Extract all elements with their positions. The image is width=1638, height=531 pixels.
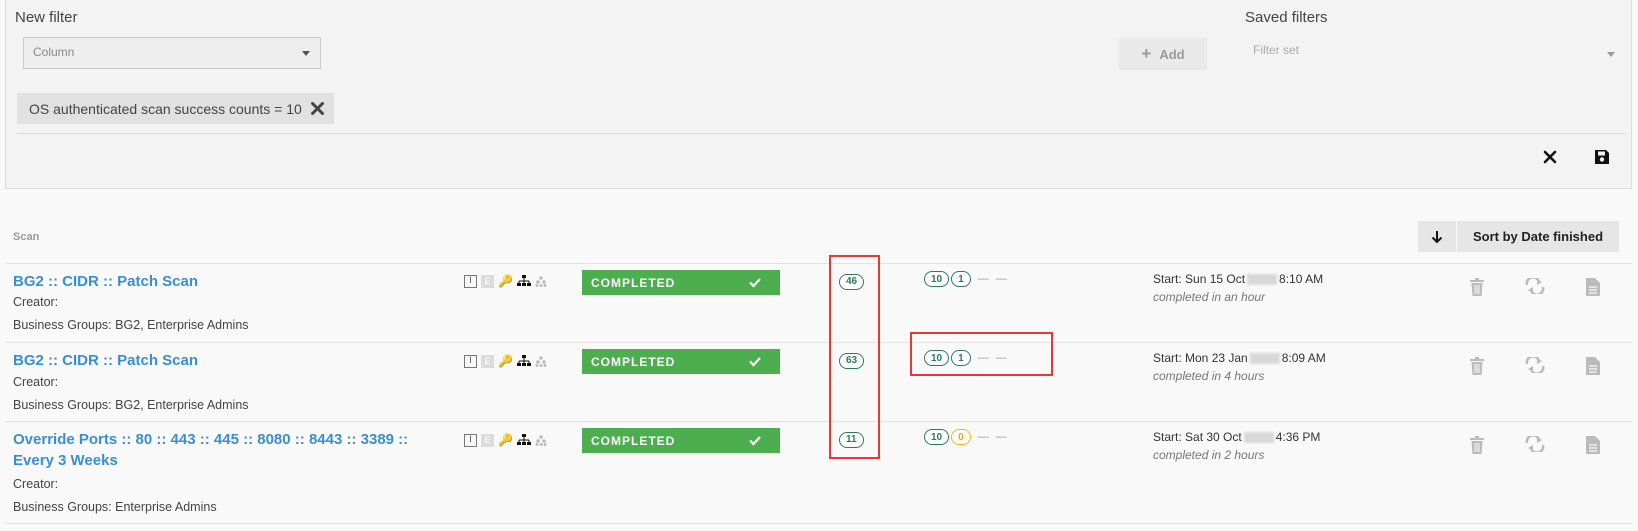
highlight-host-count-column bbox=[829, 255, 880, 459]
divider bbox=[5, 342, 1632, 343]
redacted-year bbox=[1243, 432, 1274, 444]
check-icon bbox=[749, 357, 761, 367]
trash-icon[interactable] bbox=[1469, 357, 1485, 380]
redacted-year bbox=[1247, 274, 1278, 286]
highlight-auth-counts bbox=[910, 332, 1053, 376]
scan-flags: I E 🔑 bbox=[464, 433, 547, 447]
empty-dash: — bbox=[995, 273, 1007, 285]
auth-success-pill[interactable]: 10 bbox=[924, 271, 950, 287]
filter-set-select[interactable]: Filter set bbox=[1253, 43, 1299, 57]
status-badge: COMPLETED bbox=[582, 428, 780, 453]
chevron-down-icon bbox=[302, 51, 310, 56]
cluster-icon bbox=[535, 275, 547, 287]
hierarchy-icon bbox=[516, 275, 531, 286]
trash-icon[interactable] bbox=[1469, 278, 1485, 301]
status-label: COMPLETED bbox=[591, 275, 676, 290]
empty-dash: — bbox=[977, 431, 989, 443]
rescan-icon[interactable] bbox=[1525, 276, 1545, 299]
scan-title-link[interactable]: BG2 :: CIDR :: Patch Scan bbox=[13, 350, 453, 371]
trash-icon[interactable] bbox=[1469, 436, 1485, 459]
add-button-label: Add bbox=[1159, 46, 1185, 62]
creator-label: Creator: bbox=[13, 477, 59, 491]
sort-control[interactable]: Sort by Date finished bbox=[1418, 221, 1620, 252]
saved-filters-label: Saved filters bbox=[1245, 9, 1328, 26]
rescan-icon[interactable] bbox=[1525, 355, 1545, 378]
start-time: Start: Sat 30 Oct 4:36 PM bbox=[1153, 430, 1321, 444]
empty-dash: — bbox=[995, 431, 1007, 443]
hierarchy-icon bbox=[516, 434, 531, 445]
clear-filters-close-icon[interactable] bbox=[1543, 150, 1557, 164]
scan-title-link[interactable]: BG2 :: CIDR :: Patch Scan bbox=[13, 271, 453, 292]
creator-label: Creator: bbox=[13, 295, 59, 309]
auth-counts: 10 0 — — bbox=[924, 429, 1007, 445]
scan-title-link[interactable]: Override Ports :: 80 :: 443 :: 445 :: 80… bbox=[13, 429, 453, 471]
duration-label: completed in 4 hours bbox=[1153, 369, 1265, 383]
external-flag-icon: E bbox=[481, 354, 494, 368]
internal-flag-icon: I bbox=[464, 274, 477, 288]
filter-set-placeholder: Filter set bbox=[1253, 43, 1300, 57]
chevron-down-icon[interactable] bbox=[1607, 52, 1615, 57]
key-icon: 🔑 bbox=[498, 274, 513, 288]
report-icon[interactable] bbox=[1586, 436, 1600, 459]
auth-counts: 10 1 — — bbox=[924, 271, 1007, 287]
duration-label: completed in an hour bbox=[1153, 290, 1266, 304]
divider bbox=[5, 263, 1632, 264]
divider bbox=[5, 523, 1632, 524]
plus-icon: + bbox=[1141, 44, 1152, 63]
creator-label: Creator: bbox=[13, 375, 59, 389]
cluster-icon bbox=[535, 355, 547, 367]
start-time: Start: Mon 23 Jan 8:09 AM bbox=[1153, 351, 1326, 365]
status-label: COMPLETED bbox=[591, 354, 676, 369]
internal-flag-icon: I bbox=[464, 354, 477, 368]
business-groups-label: Business Groups: BG2, Enterprise Admins bbox=[13, 398, 249, 412]
active-filter-chip: OS authenticated scan success counts = 1… bbox=[17, 93, 334, 124]
status-badge: COMPLETED bbox=[582, 349, 780, 374]
hierarchy-icon bbox=[516, 355, 531, 366]
cluster-icon bbox=[535, 434, 547, 446]
internal-flag-icon: I bbox=[464, 433, 477, 447]
key-icon: 🔑 bbox=[498, 433, 513, 447]
sort-direction-button[interactable] bbox=[1418, 221, 1457, 252]
rescan-icon[interactable] bbox=[1525, 434, 1545, 457]
remove-filter-close-icon[interactable] bbox=[310, 102, 324, 115]
auth-fail-pill[interactable]: 0 bbox=[951, 429, 971, 445]
divider bbox=[17, 133, 1626, 134]
report-icon[interactable] bbox=[1586, 357, 1600, 380]
column-select[interactable]: Column bbox=[23, 37, 321, 69]
status-badge: COMPLETED bbox=[582, 270, 780, 295]
auth-fail-pill[interactable]: 1 bbox=[951, 271, 971, 287]
external-flag-icon: E bbox=[481, 274, 494, 288]
check-icon bbox=[749, 436, 761, 446]
business-groups-label: Business Groups: Enterprise Admins bbox=[13, 500, 217, 514]
report-icon[interactable] bbox=[1586, 278, 1600, 301]
column-select-value: Column bbox=[33, 45, 75, 59]
key-icon: 🔑 bbox=[498, 354, 513, 368]
arrow-down-icon bbox=[1431, 230, 1443, 243]
divider bbox=[5, 421, 1632, 422]
save-icon[interactable] bbox=[1594, 149, 1610, 165]
new-filter-label: New filter bbox=[15, 9, 78, 26]
active-filter-label: OS authenticated scan success counts = 1… bbox=[29, 100, 302, 117]
auth-success-pill[interactable]: 10 bbox=[924, 429, 950, 445]
add-filter-button[interactable]: + Add bbox=[1119, 38, 1207, 70]
check-icon bbox=[749, 278, 761, 288]
status-label: COMPLETED bbox=[591, 433, 676, 448]
scan-column-header[interactable]: Scan bbox=[13, 231, 39, 243]
start-time: Start: Sun 15 Oct 8:10 AM bbox=[1153, 272, 1324, 286]
duration-label: completed in 2 hours bbox=[1153, 448, 1265, 462]
sort-by-button[interactable]: Sort by Date finished bbox=[1457, 221, 1620, 252]
scan-flags: I E 🔑 bbox=[464, 274, 547, 288]
redacted-year bbox=[1249, 353, 1280, 365]
business-groups-label: Business Groups: BG2, Enterprise Admins bbox=[13, 318, 249, 332]
external-flag-icon: E bbox=[481, 433, 494, 447]
scan-flags: I E 🔑 bbox=[464, 354, 547, 368]
empty-dash: — bbox=[977, 273, 989, 285]
